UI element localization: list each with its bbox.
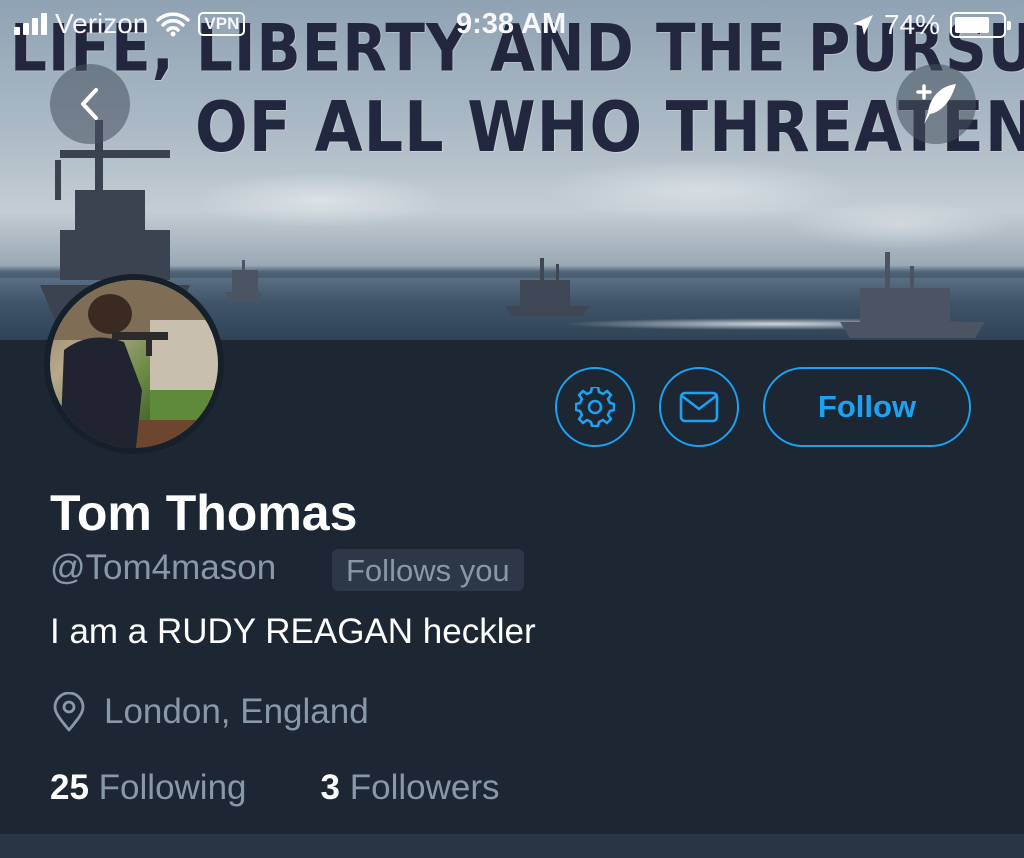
battery-icon (950, 12, 1011, 38)
status-bar: Verizon VPN 9:38 AM 74% (0, 0, 1024, 50)
tabs-divider-strip (0, 834, 1024, 858)
following-link[interactable]: 25 Following (50, 768, 247, 808)
followers-count: 3 (320, 768, 340, 807)
carrier-name: Verizon (55, 8, 149, 39)
avatar[interactable] (44, 274, 224, 454)
wifi-icon (156, 12, 191, 37)
follows-you-badge: Follows you (332, 549, 524, 591)
followers-label: Followers (349, 768, 500, 807)
direct-message-button[interactable] (659, 367, 739, 447)
location-pin-icon (53, 692, 85, 732)
cellular-signal-icon (14, 13, 47, 35)
following-count: 25 (50, 768, 89, 807)
gear-icon (575, 387, 615, 427)
location-text: London, England (104, 692, 369, 731)
compose-tweet-button[interactable] (896, 64, 976, 144)
profile-name: Tom Thomas (50, 485, 358, 541)
battery-percent: 74% (883, 9, 940, 40)
back-button[interactable] (50, 64, 130, 144)
chevron-left-icon (81, 88, 98, 120)
avatar-photo (50, 280, 218, 448)
location-arrow-icon (852, 15, 873, 35)
settings-button[interactable] (555, 367, 635, 447)
profile-bio: I am a RUDY REAGAN heckler (50, 612, 536, 651)
status-time: 9:38 AM (456, 8, 567, 40)
following-label: Following (98, 768, 247, 807)
follow-button[interactable]: Follow (763, 367, 971, 447)
profile-location: London, England (52, 692, 369, 732)
followers-link[interactable]: 3 Followers (321, 768, 500, 808)
profile-handle: @Tom4mason (50, 548, 277, 587)
envelope-icon (679, 391, 719, 423)
battery-fill (955, 17, 990, 33)
feather-plus-icon (916, 84, 956, 124)
follow-stats: 25 Following 3 Followers (50, 768, 500, 808)
vpn-badge: VPN (198, 12, 246, 36)
